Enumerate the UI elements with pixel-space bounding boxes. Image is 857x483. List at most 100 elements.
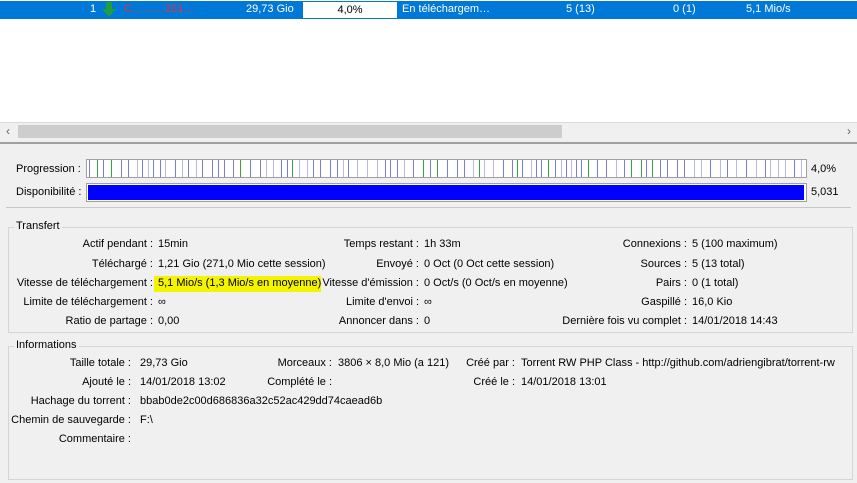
announce-value: 0	[424, 315, 431, 327]
piece-stripe	[801, 160, 802, 177]
uploaded-value: 0 Oct (0 Oct cette session)	[424, 258, 555, 270]
created-by-label: Créé par :	[466, 357, 515, 369]
piece-stripe	[313, 160, 314, 177]
piece-stripe	[413, 160, 414, 177]
scroll-left-icon[interactable]: ‹	[0, 123, 16, 140]
download-limit-value: ∞	[158, 296, 166, 308]
piece-stripe	[581, 160, 582, 177]
piece-stripe	[397, 160, 398, 177]
piece-stripe	[531, 160, 532, 177]
piece-stripe	[377, 160, 378, 177]
piece-stripe	[218, 160, 219, 177]
piece-stripe	[677, 160, 678, 177]
torrent-status: En téléchargem…	[402, 3, 491, 15]
piece-stripe	[561, 160, 562, 177]
piece-stripe	[111, 160, 112, 177]
piece-stripe	[320, 160, 321, 177]
scrollbar-thumb[interactable]	[18, 125, 562, 138]
torrent-seeds: 5 (13)	[566, 3, 595, 15]
panel-splitter[interactable]	[0, 142, 857, 144]
piece-stripe	[555, 160, 556, 177]
piece-stripe	[457, 160, 458, 177]
torrent-peers: 0 (1)	[673, 3, 696, 15]
piece-stripe	[479, 160, 480, 177]
piece-stripe	[541, 160, 542, 177]
save-path-label: Chemin de sauvegarde :	[11, 414, 131, 426]
piece-stripe	[746, 160, 747, 177]
piece-stripe	[142, 160, 143, 177]
piece-stripe	[652, 160, 653, 177]
progress-cell: 4,0%	[302, 1, 398, 19]
piece-stripe	[765, 160, 766, 177]
hash-value[interactable]: bbab0de2c00d686836a32c52ac429dd74caead6b	[140, 395, 382, 407]
piece-stripe	[710, 160, 711, 177]
uploaded-label: Envoyé :	[376, 258, 419, 270]
upload-speed-value: 0 Oct/s (0 Oct/s en moyenne)	[424, 277, 568, 289]
piece-stripe	[667, 160, 668, 177]
piece-stripe	[266, 160, 267, 177]
piece-stripe	[464, 160, 465, 177]
active-value: 15min	[158, 238, 188, 250]
piece-stripe	[646, 160, 647, 177]
connections-label: Connexions :	[622, 238, 687, 250]
piece-stripe	[770, 160, 771, 177]
hash-label: Hachage du torrent :	[30, 395, 131, 407]
piece-stripe	[404, 160, 405, 177]
piece-stripe	[493, 160, 494, 177]
torrent-list[interactable]: 1 C………201… 29,73 Gio 4,0% En téléchargem…	[0, 0, 857, 122]
piece-stripe	[260, 160, 261, 177]
piece-stripe	[512, 160, 513, 177]
piece-stripe	[641, 160, 642, 177]
availability-bar	[86, 183, 807, 202]
added-value: 14/01/2018 13:02	[140, 376, 226, 388]
torrent-name: C………201…	[124, 3, 195, 15]
pieces-label: Morceaux :	[277, 357, 332, 369]
pieces-value: 3806 × 8,0 Mio (a 121)	[338, 357, 449, 369]
piece-stripe	[367, 160, 368, 177]
active-label: Actif pendant :	[82, 238, 153, 250]
piece-stripe	[182, 160, 183, 177]
torrent-size: 29,73 Gio	[246, 3, 294, 15]
piece-stripe	[660, 160, 661, 177]
eta-label: Temps restant :	[343, 238, 419, 250]
ratio-value: 0,00	[158, 315, 180, 327]
piece-stripe	[597, 160, 598, 177]
piece-stripe	[385, 160, 386, 177]
piece-stripe	[576, 160, 577, 177]
wasted-label: Gaspillé :	[641, 296, 687, 308]
download-arrow-icon	[102, 2, 116, 20]
availability-label: Disponibilité :	[16, 186, 82, 198]
table-row[interactable]: 1 C………201… 29,73 Gio 4,0% En téléchargem…	[0, 1, 857, 19]
piece-stripe	[287, 160, 288, 177]
availability-fill	[88, 185, 804, 200]
piece-stripe	[202, 160, 203, 177]
last-complete-value: 14/01/2018 14:43	[692, 315, 778, 327]
total-size-label: Taille totale :	[69, 357, 131, 369]
piece-stripe	[785, 160, 786, 177]
sources-value: 5 (13 total)	[692, 258, 745, 270]
created-by-value: Torrent RW PHP Class - http://github.com…	[521, 357, 835, 369]
piece-stripe	[624, 160, 625, 177]
piece-stripe	[571, 160, 572, 177]
piece-stripe	[503, 160, 504, 177]
piece-stripe	[281, 160, 282, 177]
total-size-value: 29,73 Gio	[140, 357, 188, 369]
upload-limit-label: Limite d'envoi :	[345, 296, 419, 308]
piece-stripe	[175, 160, 176, 177]
torrent-speed: 5,1 Mio/s	[746, 3, 791, 15]
piece-stripe	[224, 160, 225, 177]
scroll-right-icon[interactable]: ›	[841, 123, 857, 140]
piece-stripe	[756, 160, 757, 177]
piece-stripe	[103, 160, 104, 177]
progress-value: 4,0%	[811, 163, 837, 175]
piece-stripe	[148, 160, 149, 177]
horizontal-scrollbar[interactable]: ‹ ›	[0, 122, 857, 140]
announce-label: Annoncer dans :	[338, 315, 419, 327]
piece-stripe	[348, 160, 349, 177]
piece-stripe	[606, 160, 607, 177]
piece-stripe	[423, 160, 424, 177]
ratio-label: Ratio de partage :	[65, 315, 153, 327]
piece-stripe	[137, 160, 138, 177]
save-path-value[interactable]: F:\	[140, 414, 153, 426]
piece-stripe	[97, 160, 98, 177]
